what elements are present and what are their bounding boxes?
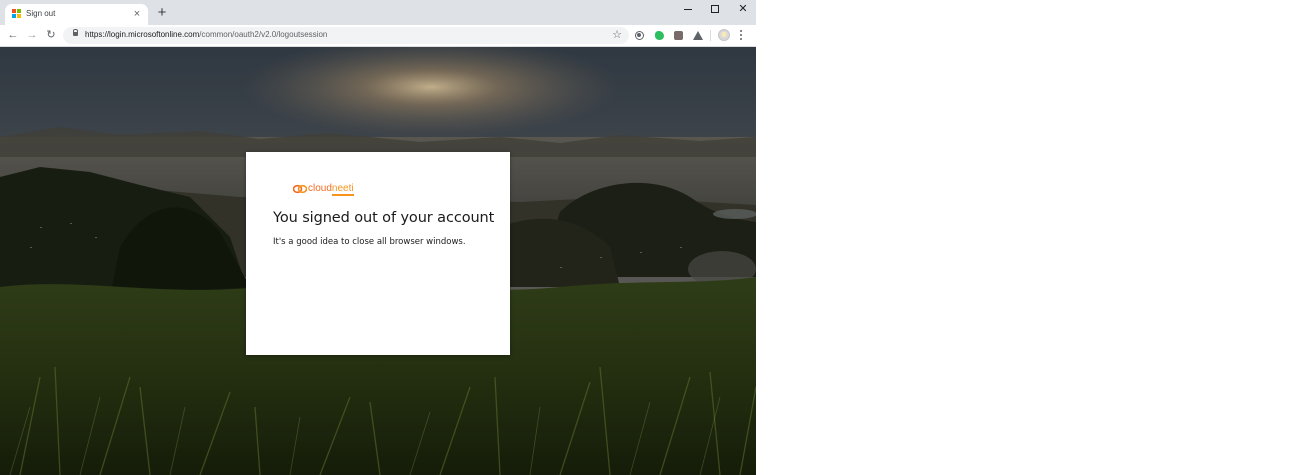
- logo-text: cloudneeti: [308, 183, 354, 196]
- microsoft-logo-icon: [12, 9, 22, 19]
- url-path: /common/oauth2/v2.0/logoutsession: [199, 30, 328, 39]
- logo-text-main: cloud: [308, 183, 332, 194]
- back-button[interactable]: ←: [6, 28, 20, 42]
- url-host: https://login.microsoftonline.com: [85, 30, 200, 39]
- page-viewport: cloudneeti You signed out of your accoun…: [0, 47, 756, 475]
- evernote-icon[interactable]: [655, 31, 664, 40]
- forward-button[interactable]: →: [25, 28, 39, 42]
- logo-text-accent: neeti: [331, 183, 354, 196]
- signout-card: cloudneeti You signed out of your accoun…: [246, 152, 510, 355]
- toolbar-divider: [710, 30, 711, 41]
- browser-menu-icon[interactable]: [739, 30, 743, 41]
- tab-strip: Sign out × + ✕: [0, 0, 756, 25]
- tab-title: Sign out: [26, 9, 56, 18]
- pdf-extension-icon[interactable]: [674, 31, 683, 40]
- browser-toolbar: ← → ↻ https://login.microsoftonline.com/…: [0, 25, 756, 47]
- close-window-button[interactable]: ✕: [736, 2, 750, 16]
- reload-button[interactable]: ↻: [44, 28, 58, 42]
- profile-avatar[interactable]: [718, 29, 730, 41]
- company-logo: cloudneeti: [293, 183, 354, 196]
- cloudneeti-logo-icon: [293, 184, 307, 194]
- new-tab-button[interactable]: +: [155, 5, 169, 20]
- browser-window: Sign out × + ✕ ← → ↻ https://login.micro…: [0, 0, 756, 475]
- bookmark-star-icon[interactable]: ☆: [612, 28, 622, 42]
- tab-sign-out[interactable]: Sign out ×: [5, 4, 148, 25]
- address-bar[interactable]: https://login.microsoftonline.com/common…: [63, 27, 629, 44]
- url-text[interactable]: https://login.microsoftonline.com/common…: [85, 30, 327, 39]
- ext-circle-icon[interactable]: [635, 31, 644, 40]
- drive-icon[interactable]: [693, 31, 703, 40]
- tab-close-icon[interactable]: ×: [131, 8, 143, 20]
- maximize-window-button[interactable]: [708, 2, 722, 16]
- lock-icon[interactable]: [73, 29, 78, 36]
- minimize-window-button[interactable]: [681, 2, 695, 16]
- page-title: You signed out of your account: [273, 210, 495, 226]
- signout-description: It's a good idea to close all browser wi…: [273, 237, 466, 247]
